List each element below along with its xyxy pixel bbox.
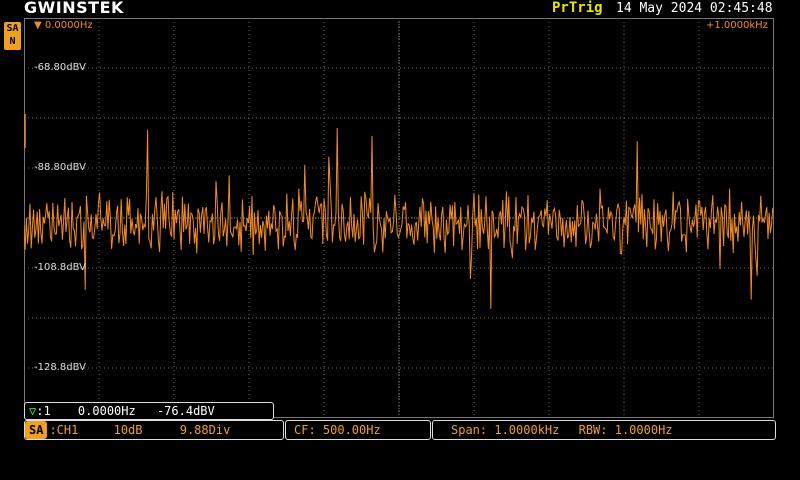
brand-logo: GWINSTEK — [24, 0, 124, 17]
marker-info-box[interactable]: ▽:1 0.0000Hz -76.4dBV — [24, 402, 274, 420]
rbw-value: RBW: 1.0000Hz — [578, 423, 673, 437]
division-value: 9.88Div — [179, 423, 231, 437]
marker-readout-top: ▼ 0.0000Hz — [34, 20, 93, 31]
source-channel: :CH1 — [49, 423, 79, 437]
y-label-4: -128.8dBV — [34, 362, 86, 373]
marker-level: -76.4dBV — [156, 404, 215, 418]
center-frequency-box[interactable]: CF: 500.00Hz — [285, 420, 431, 440]
center-frequency: CF: 500.00Hz — [294, 423, 381, 437]
channel-status[interactable]: SA:CH1 10dB 9.88Div — [24, 420, 284, 440]
span-value: Span: 1.0000kHz — [451, 423, 560, 437]
sa-mode-badge: SA — [25, 421, 48, 439]
y-label-1: -68.80dBV — [34, 62, 86, 73]
mode-sub-label: N — [9, 36, 16, 47]
mode-label: SA — [6, 23, 19, 34]
start-frequency-label: 0.0000Hz — [44, 20, 93, 31]
spectrum-mode-badge[interactable]: SA N — [4, 22, 21, 50]
span-rbw-box[interactable]: Span: 1.0000kHz RBW: 1.0000Hz — [432, 420, 776, 440]
date-time: 14 May 2024 02:45:48 — [616, 1, 773, 16]
marker-index: :1 — [36, 404, 51, 418]
y-label-2: -88.80dBV — [34, 162, 86, 173]
y-label-3: -108.8dBV — [34, 262, 86, 273]
span-frequency-label: +1.0000kHz — [706, 20, 768, 31]
top-bar: GWINSTEK PrTrig 14 May 2024 02:45:48 — [0, 0, 800, 18]
spectrum-display[interactable] — [24, 18, 774, 418]
graticule — [24, 18, 774, 418]
vertical-scale: 10dB — [113, 423, 143, 437]
marker-flag-icon: ▼ — [34, 20, 42, 31]
marker-frequency: 0.0000Hz — [77, 404, 136, 418]
trigger-status[interactable]: PrTrig — [552, 0, 603, 16]
